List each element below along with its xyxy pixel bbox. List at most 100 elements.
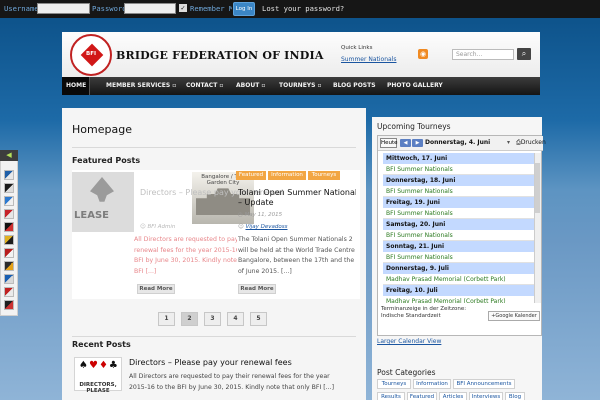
password-label: Password [92,4,127,13]
quick-link-summer-nationals[interactable]: Summer Nationals [341,56,397,63]
tumblr-icon[interactable] [4,287,14,297]
tag-tourneys[interactable]: Tourneys [308,171,340,180]
agenda-event[interactable]: BFI Summer Nationals [383,252,534,263]
bfi-logo[interactable]: BFI [70,34,112,76]
agenda-date-header: Samstag, 20. Juni [383,219,534,230]
recent-post-thumbnail[interactable]: ♠♥♦♣ DIRECTORS, PLEASE [74,357,122,394]
nav-contact[interactable]: CONTACT ▫ [186,77,223,95]
nav-photo-gallery[interactable]: PHOTO GALLERY [387,77,443,95]
thumbnail-text: DIRECTORS, PLEASE [79,382,117,394]
google-calendar-widget: Heute ◀ ▶ Donnerstag, 4. Juni ▾ ⎙Drucken… [377,135,546,336]
category-information[interactable]: Information [413,379,451,389]
main-content: Homepage Featured Posts LEASE Bangalore … [62,108,366,400]
remember-me-label: Remember Me [190,4,232,13]
pagination-page-2[interactable]: 2 [181,312,198,326]
category-results[interactable]: Results [377,392,405,400]
linkedin-icon[interactable] [4,196,14,206]
prev-icon[interactable]: ◀ [400,139,411,147]
stumbleupon-icon[interactable] [4,261,14,271]
excerpt-line: BFI by June 30, 2015. Kindly note that o… [134,257,237,264]
digg-icon[interactable] [4,235,14,245]
post-excerpt-directors: All Directors are requested to pay their… [134,235,237,277]
share-toggle-icon[interactable]: ◀ [0,150,18,161]
agenda-event[interactable]: BFI Summer Nationals [383,164,534,175]
nav-home[interactable]: HOME [62,77,90,95]
print-button[interactable]: ⎙Drucken [516,139,546,147]
rss-icon[interactable]: ◉ [418,49,428,59]
username-input[interactable] [37,3,90,14]
scrollbar-thumb[interactable] [535,163,540,213]
post-author-text: Vijay Devadoss [245,224,288,230]
recent-post-title[interactable]: Directors – Please pay your renewal fees [129,358,292,368]
agenda-event[interactable]: Madhav Prasad Memorial (Corbett Park) [383,274,534,285]
google-calendar-label: Google Kalender [495,313,537,319]
category-tourneys[interactable]: Tourneys [377,379,411,389]
reddit-icon[interactable] [4,248,14,258]
pinterest-icon[interactable] [4,209,14,219]
twitter-icon[interactable] [4,183,14,193]
agenda-list: Mittwoch, 17. Juni BFI Summer Nationals Do… [383,153,534,303]
agenda-date-header: Sonntag, 21. Juni [383,241,534,252]
print-label: Drucken [520,139,546,146]
excerpt-line: Bangalore, between the 17th and the [238,257,355,264]
excerpt-line: renewal fees for the year 2015-16 to the [134,246,237,254]
post-author-text: BFI Admin [147,224,176,230]
upcoming-tourneys-title: Upcoming Tourneys [377,122,451,131]
category-articles[interactable]: Articles [439,392,467,400]
remember-me-checkbox[interactable]: ✓ [179,4,187,12]
agenda-date-header: Mittwoch, 17. Juni [383,153,534,164]
tag-information[interactable]: Information [268,171,306,180]
google-plus-icon[interactable] [4,222,14,232]
post-title-line: – Update [238,198,274,207]
agenda-event[interactable]: BFI Summer Nationals [383,186,534,197]
excerpt-line: BFI [...] [134,267,157,275]
pagination-page-1[interactable]: 1 [158,312,175,326]
post-thumbnail-directors[interactable]: LEASE [72,172,134,232]
category-bfi-announcements[interactable]: BFI Announcements [453,379,515,389]
post-title-line: Tolani Open Summer Nationals 2 [238,188,356,197]
tag-featured[interactable]: Featured [236,171,266,180]
email-icon[interactable] [4,300,14,310]
category-blog[interactable]: Blog [505,392,525,400]
logo-text: BFI [86,51,96,57]
search-input[interactable]: Search... [452,49,514,60]
facebook-icon[interactable] [4,170,14,180]
recent-posts-title: Recent Posts [72,340,131,349]
search-icon[interactable]: ⌕ [517,48,531,60]
lost-password-link[interactable]: Lost your password? [262,4,344,13]
nav-member-services[interactable]: MEMBER SERVICES ▫ [106,77,176,95]
agenda-event[interactable]: Madhav Prasad Memorial (Corbett Park) [383,296,534,303]
delicious-icon[interactable] [4,274,14,284]
category-featured[interactable]: Featured [407,392,437,400]
pagination-page-4[interactable]: 4 [227,312,244,326]
post-author[interactable]: ☺ Vijay Devadoss [238,224,288,230]
thumbnail-text: LEASE [74,210,109,221]
post-excerpt-tolani: The Tolani Open Summer Nationals 2 will … [238,235,356,277]
nav-tourneys[interactable]: TOURNEYS ▫ [279,77,322,95]
today-button[interactable]: Heute [380,138,398,148]
pagination-page-3[interactable]: 3 [204,312,221,326]
agenda-event[interactable]: BFI Summer Nationals [383,230,534,241]
category-interviews[interactable]: Interviews [469,392,503,400]
larger-calendar-link[interactable]: Larger Calendar View [377,338,441,345]
post-date: ◷ May 11, 2015 [238,212,283,218]
agenda-date-header: Donnerstag, 9. Juli [383,263,534,274]
next-icon[interactable]: ▶ [412,139,423,147]
google-calendar-button[interactable]: +Google Kalender [488,311,540,321]
calendar-toolbar: Heute ◀ ▶ Donnerstag, 4. Juni ▾ ⎙Drucken [378,136,546,151]
timezone-line: Indische Standardzeit [381,313,441,319]
divider [72,336,356,337]
spade-icon [90,177,114,202]
post-author[interactable]: ☺ BFI Admin [140,224,175,230]
agenda-event[interactable]: BFI Summer Nationals [383,208,534,219]
post-title-tolani[interactable]: Tolani Open Summer Nationals 2 – Update [238,188,356,208]
login-button[interactable]: Log In [233,2,255,16]
password-input[interactable] [124,3,176,14]
read-more-button[interactable]: Read More [238,284,276,294]
read-more-button[interactable]: Read More [137,284,175,294]
nav-about[interactable]: ABOUT ▫ [236,77,265,95]
chevron-down-icon[interactable]: ▾ [507,139,510,146]
pagination-page-5[interactable]: 5 [250,312,267,326]
site-title[interactable]: BRIDGE FEDERATION OF INDIA [116,49,324,62]
nav-blog-posts[interactable]: BLOG POSTS [333,77,376,95]
